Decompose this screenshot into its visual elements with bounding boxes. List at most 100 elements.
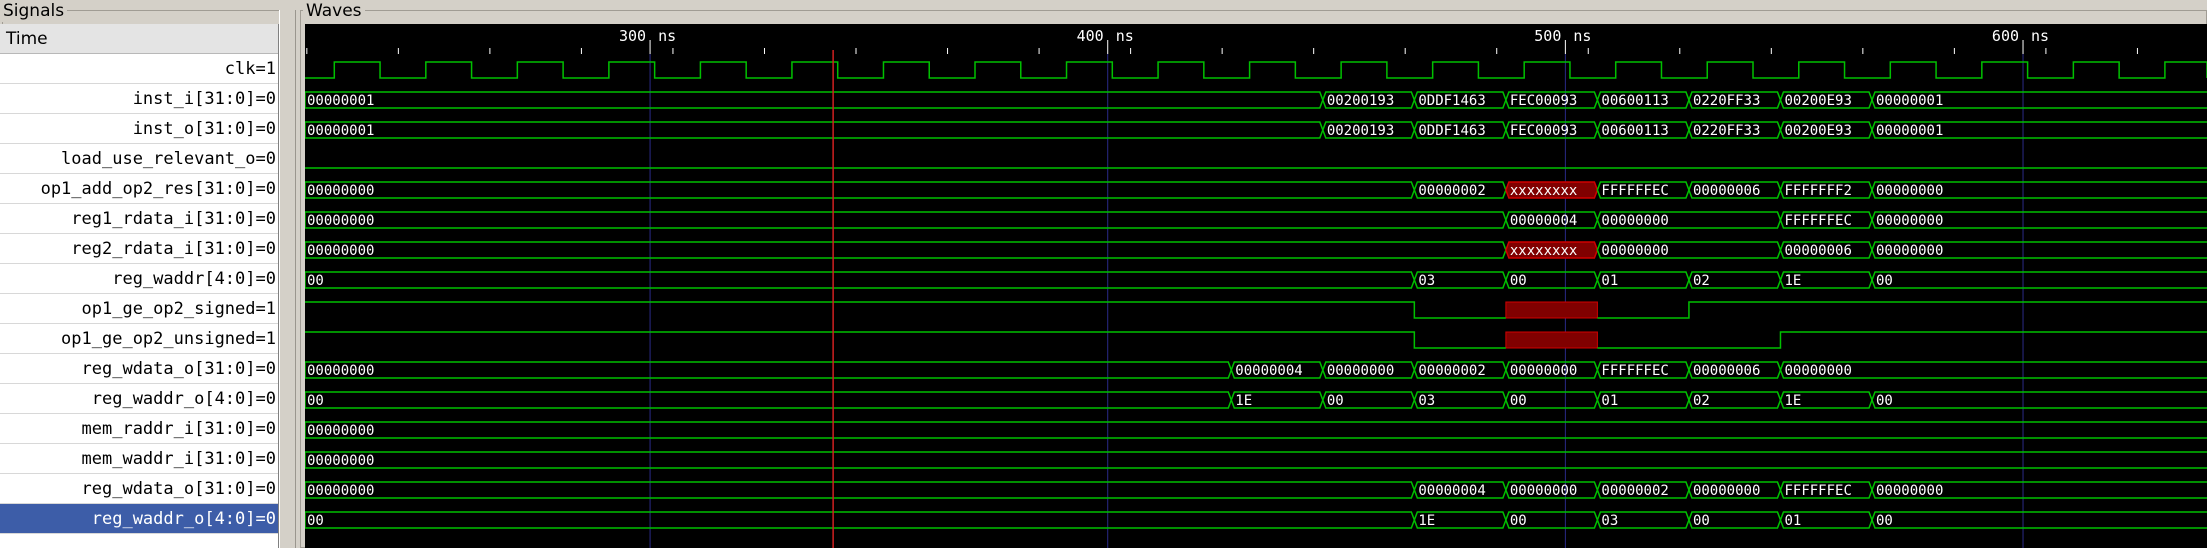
signal-row[interactable]: mem_raddr_i[31:0]=0 [0,414,278,444]
signal-row[interactable]: inst_i[31:0]=0 [0,84,278,114]
signal-value: =0 [255,89,276,109]
time-tick-unit: ns [1116,27,1134,45]
bus-value: 1E [1235,393,1252,409]
waves-canvas[interactable]: 300 ns 400 ns 500 ns 600 ns 00000001 00200193 0DDF… [305,24,2207,548]
signals-list[interactable]: Time clk=1 inst_i[31:0]=0 inst_o[31:0]=0 loa… [0,24,279,548]
bus-value: 00000000 [307,213,374,229]
time-header: Time [0,24,278,54]
signal-name: reg_wdata_o[31:0] [81,359,256,379]
bus-value: 00000004 [1235,363,1302,379]
signal-row[interactable]: reg_waddr_o[4:0]=0 [0,504,278,534]
bus-segment [305,91,1324,109]
signal-value: =0 [255,479,276,499]
signal-name: reg2_rdata_i[31:0] [71,239,256,259]
signal-value: =0 [255,419,276,439]
time-tick-label: 300 [619,27,646,45]
bus-value: 0220FF33 [1693,123,1760,139]
bus-value: 00000000 [1510,483,1577,499]
signal-name: reg1_rdata_i[31:0] [71,209,256,229]
bus-value: 00 [1876,273,1893,289]
bus-value: 02 [1693,273,1710,289]
bus-value: 00 [307,393,324,409]
waves-pane-title: Waves [303,0,365,22]
signal-row[interactable]: op1_ge_op2_unsigned=1 [0,324,278,354]
bus-value: 00600113 [1601,93,1668,109]
bus-value: 00 [1510,393,1527,409]
signal-value: =1 [255,59,276,79]
bus-value: 03 [1601,513,1618,529]
time-tick-label: 600 [1992,27,2019,45]
signal-row[interactable]: reg_waddr_o[4:0]=0 [0,384,278,414]
bus-value: 00 [307,513,324,529]
bus-value: 00000000 [1784,363,1851,379]
signal-name: reg_waddr[4:0] [112,269,256,289]
bus-value: FFFFFFEC [1784,213,1851,229]
bus-value: 00000006 [1693,363,1760,379]
bus-value: 00000000 [307,363,374,379]
signal-row[interactable]: reg2_rdata_i[31:0]=0 [0,234,278,264]
signal-value: =0 [255,119,276,139]
signal-name: op1_ge_op2_unsigned [61,329,256,349]
waves-svg: 300 ns 400 ns 500 ns 600 ns00000001 00200193 0DDF… [305,27,2207,548]
signal-name: inst_o[31:0] [132,119,256,139]
signal-name: load_use_relevant_o [61,149,256,169]
signal-name: inst_i[31:0] [132,89,256,109]
bus-value: 00200E93 [1784,93,1851,109]
signal-row[interactable]: reg_wdata_o[31:0]=0 [0,354,278,384]
signal-row[interactable]: reg_waddr[4:0]=0 [0,264,278,294]
signal-row[interactable]: load_use_relevant_o=0 [0,144,278,174]
bus-value: 00 [1327,393,1344,409]
bus-value: FFFFFFEC [1601,363,1668,379]
signals-pane-title: Signals [0,0,68,22]
time-tick-unit: ns [2031,27,2049,45]
signal-row[interactable]: reg_wdata_o[31:0]=0 [0,474,278,504]
pane-splitter[interactable] [279,10,296,548]
signal-name: clk [224,59,256,79]
signal-name: mem_raddr_i[31:0] [81,419,256,439]
bus-value: 00000006 [1784,243,1851,259]
signal-name: op1_ge_op2_signed [81,299,256,319]
bus-segment [1871,391,2207,409]
bus-value: FFFFFFEC [1784,483,1851,499]
signal-row[interactable]: reg1_rdata_i[31:0]=0 [0,204,278,234]
time-tick-unit: ns [1573,27,1591,45]
signal-value: =0 [255,269,276,289]
bus-value: 02 [1693,393,1710,409]
bus-value: 00000006 [1693,183,1760,199]
bus-value: 00000000 [1876,183,1943,199]
waveform-viewer: Signals Waves Time clk=1 inst_i[31:0]=0 ins… [0,0,2207,548]
signal-value: =0 [255,149,276,169]
bus-value: 00000002 [1601,483,1668,499]
bit-wave [305,301,2207,319]
bus-value: 0220FF33 [1693,93,1760,109]
bus-value: 00000000 [1876,483,1943,499]
bus-value: 00600113 [1601,123,1668,139]
bus-value: 00200193 [1327,93,1394,109]
bus-value: 01 [1601,273,1618,289]
bus-value: 0DDF1463 [1418,123,1485,139]
signal-row[interactable]: op1_ge_op2_signed=1 [0,294,278,324]
bus-segment [1871,511,2207,529]
bus-value: 00 [1693,513,1710,529]
bus-value: 0DDF1463 [1418,93,1485,109]
bus-value: 01 [1601,393,1618,409]
signal-value: =1 [255,329,276,349]
bus-value: 1E [1784,273,1801,289]
signal-row[interactable]: op1_add_op2_res[31:0]=0 [0,174,278,204]
bus-value: 00000004 [1510,213,1577,229]
signal-row[interactable]: mem_waddr_i[31:0]=0 [0,444,278,474]
bus-value: 1E [1784,393,1801,409]
bus-value: xxxxxxxx [1510,243,1577,259]
signal-row[interactable]: inst_o[31:0]=0 [0,114,278,144]
time-tick-unit: ns [658,27,676,45]
signal-row[interactable]: clk=1 [0,54,278,84]
bus-value: 03 [1418,273,1435,289]
bus-value: FEC00093 [1510,123,1577,139]
undefined-region [1505,301,1598,319]
bus-value: 00000000 [1327,363,1394,379]
time-tick-label: 500 [1534,27,1561,45]
bus-value: 00 [1876,393,1893,409]
bus-segment [305,511,1416,529]
bus-value: 00000000 [307,423,374,439]
bus-segment [305,391,1233,409]
